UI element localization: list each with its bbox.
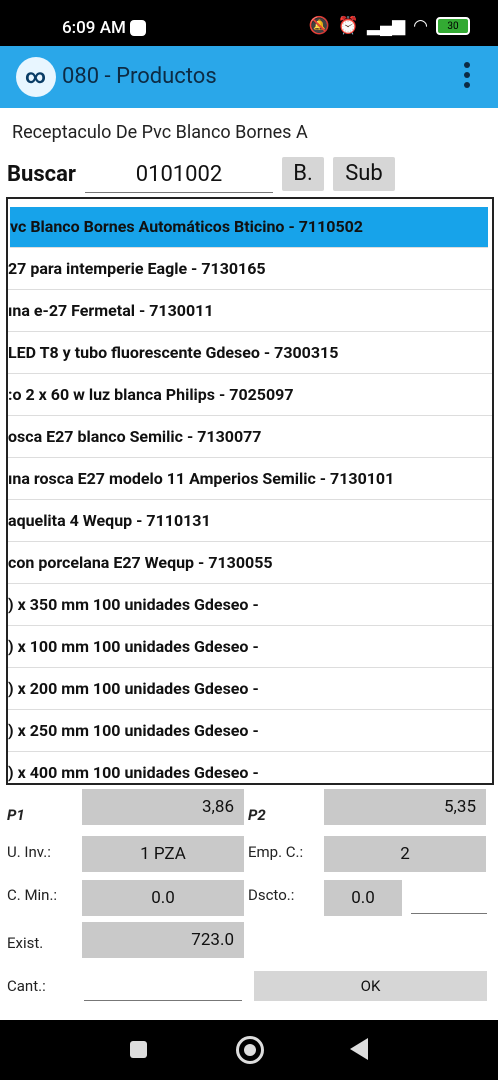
cant-input[interactable] xyxy=(84,1000,242,1001)
list-item[interactable]: aquelita 4 Wequp - 7110131 xyxy=(8,500,492,542)
empc-label: Emp. C.: xyxy=(248,843,304,861)
list-item[interactable]: LED T8 y tubo fluorescente Gdeseo - 7300… xyxy=(8,332,492,374)
list-item[interactable]: :o 2 x 60 w luz blanca Philips - 7025097 xyxy=(8,374,492,416)
uinv-field[interactable]: 1 PZA xyxy=(82,836,244,872)
mute-icon: 🔕 xyxy=(308,16,330,36)
list-item[interactable]: ına e-27 Fermetal - 7130011 xyxy=(8,290,492,332)
uinv-label: U. Inv.: xyxy=(7,843,51,861)
recents-icon[interactable] xyxy=(130,1041,147,1058)
dscto-value: 0.0 xyxy=(351,888,375,908)
page-title: 080 - Productos xyxy=(62,64,217,89)
list-item[interactable]: osca E27 blanco Semilic - 7130077 xyxy=(8,416,492,458)
list-item[interactable]: ) x 250 mm 100 unidades Gdeseo - xyxy=(8,710,492,752)
back-icon[interactable] xyxy=(350,1038,368,1060)
overflow-menu-icon[interactable] xyxy=(464,62,470,90)
exist-field: 723.0 xyxy=(82,922,244,958)
p2-label: P2 xyxy=(248,806,266,824)
signal-icon: ▂▄▆ xyxy=(366,16,406,36)
uinv-value: 1 PZA xyxy=(140,844,186,864)
status-bar: 6:09 AM 🔕 ⏰ ▂▄▆ ◠ 30 xyxy=(0,0,498,46)
cant-label: Cant.: xyxy=(7,977,46,995)
p2-field[interactable]: 5,35 xyxy=(324,789,486,825)
exist-label: Exist. xyxy=(7,934,44,952)
app-logo: ∞ xyxy=(16,57,56,97)
empc-field[interactable]: 2 xyxy=(324,836,486,872)
cmin-field[interactable]: 0.0 xyxy=(82,880,244,916)
app-bar: ∞ 080 - Productos xyxy=(0,46,498,108)
status-time: 6:09 AM xyxy=(62,18,126,38)
product-description: Receptaculo De Pvc Blanco Bornes A xyxy=(12,122,308,143)
list-item[interactable]: vc Blanco Bornes Automáticos Bticino - 7… xyxy=(10,207,488,248)
search-input[interactable]: 0101002 xyxy=(85,158,273,193)
list-item[interactable]: ) x 200 mm 100 unidades Gdeseo - xyxy=(8,668,492,710)
product-list[interactable]: vc Blanco Bornes Automáticos Bticino - 7… xyxy=(6,197,494,785)
dscto-label: Dscto.: xyxy=(248,886,295,904)
dscto-field[interactable]: 0.0 xyxy=(324,880,402,916)
p2-value: 5,35 xyxy=(443,797,476,817)
cmin-label: C. Min.: xyxy=(7,886,58,904)
empc-value: 2 xyxy=(400,844,410,864)
alarm-icon: ⏰ xyxy=(337,16,359,36)
list-item[interactable]: 27 para intemperie Eagle - 7130165 xyxy=(8,248,492,290)
exist-value: 723.0 xyxy=(191,930,234,950)
p1-field[interactable]: 3,86 xyxy=(82,789,244,825)
status-icons: 🔕 ⏰ ▂▄▆ ◠ 30 xyxy=(309,16,470,36)
p1-label: P1 xyxy=(7,806,25,824)
list-item[interactable]: ) x 100 mm 100 unidades Gdeseo - xyxy=(8,626,492,668)
dscto-extra-input[interactable] xyxy=(411,913,487,914)
list-item[interactable]: ) x 400 mm 100 unidades Gdeseo - xyxy=(8,752,492,783)
list-item[interactable]: ına rosca E27 modelo 11 Amperios Semilic… xyxy=(8,458,492,500)
home-icon[interactable] xyxy=(236,1036,264,1064)
ok-button[interactable]: OK xyxy=(254,971,487,1001)
wifi-icon: ◠ xyxy=(413,16,428,36)
p1-value: 3,86 xyxy=(201,797,234,817)
cmin-value: 0.0 xyxy=(151,888,175,908)
list-item[interactable]: ) x 350 mm 100 unidades Gdeseo - xyxy=(8,584,492,626)
list-item[interactable]: con porcelana E27 Wequp - 7130055 xyxy=(8,542,492,584)
vpn-icon xyxy=(130,20,146,36)
logo-icon: ∞ xyxy=(25,64,46,88)
search-label: Buscar xyxy=(7,162,76,187)
battery-icon: 30 xyxy=(436,17,470,35)
search-button[interactable]: B. xyxy=(282,157,324,191)
sub-button[interactable]: Sub xyxy=(333,157,395,191)
